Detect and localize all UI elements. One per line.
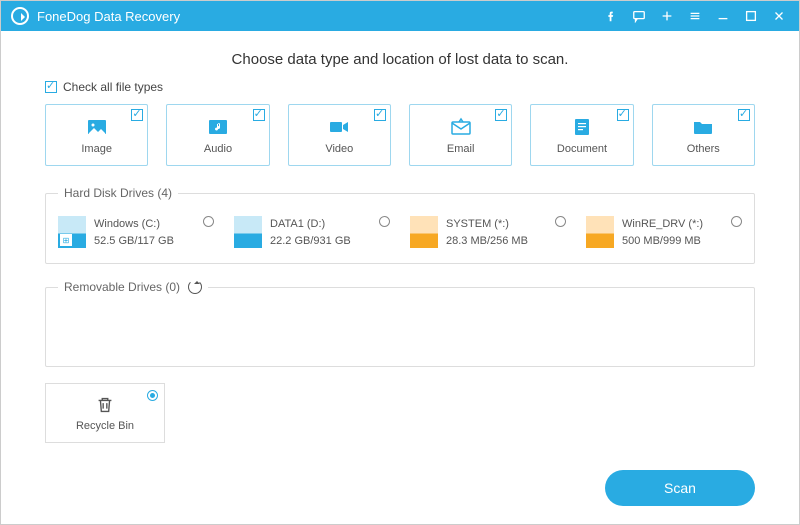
drive-text: DATA1 (D:)22.2 GB/931 GB [270,216,351,249]
video-icon [327,115,351,139]
email-icon [449,115,473,139]
drive-size: 52.5 GB/117 GB [94,233,174,250]
type-card-email[interactable]: Email [409,104,512,166]
type-card-video[interactable]: Video [288,104,391,166]
hdd-legend: Hard Disk Drives (4) [58,186,178,200]
removable-legend: Removable Drives (0) [64,280,180,294]
add-button[interactable] [653,1,681,31]
app-logo-icon [11,7,29,25]
type-card-others[interactable]: Others [652,104,755,166]
recycle-bin-card[interactable]: Recycle Bin [45,383,165,443]
drive-text: WinRE_DRV (*:)500 MB/999 MB [622,216,703,249]
folder-icon [691,115,715,139]
type-check-icon [253,109,265,121]
type-label: Email [447,143,475,155]
drive-icon: ⊞ [58,216,86,248]
drive-radio-icon [731,216,742,227]
type-label: Audio [204,143,232,155]
scan-button[interactable]: Scan [605,470,755,506]
drive-name: DATA1 (D:) [270,216,351,233]
drive-item[interactable]: ⊞ Windows (C:)52.5 GB/117 GB [58,216,214,249]
hard-disk-drives-group: Hard Disk Drives (4) ⊞ Windows (C:)52.5 G… [45,186,755,264]
type-check-icon [495,109,507,121]
drive-size: 22.2 GB/931 GB [270,233,351,250]
removable-empty-area [58,304,742,352]
recycle-label: Recycle Bin [76,420,134,432]
image-icon [85,115,109,139]
drive-radio-icon [379,216,390,227]
drive-name: SYSTEM (*:) [446,216,528,233]
menu-button[interactable] [681,1,709,31]
type-check-icon [374,109,386,121]
type-card-image[interactable]: Image [45,104,148,166]
feedback-button[interactable] [625,1,653,31]
maximize-button[interactable] [737,1,765,31]
windows-badge-icon: ⊞ [60,234,72,246]
drive-radio-icon [555,216,566,227]
drive-name: Windows (C:) [94,216,174,233]
drive-icon [586,216,614,248]
drive-size: 500 MB/999 MB [622,233,703,250]
drive-name: WinRE_DRV (*:) [622,216,703,233]
type-label: Image [81,143,112,155]
document-icon [570,115,594,139]
removable-drives-group: Removable Drives (0) [45,280,755,367]
refresh-icon[interactable] [188,280,202,294]
type-check-icon [738,109,750,121]
app-title: FoneDog Data Recovery [37,9,180,24]
check-all-label: Check all file types [63,80,163,94]
type-label: Video [325,143,353,155]
file-type-grid: Image Audio Video Email [45,104,755,166]
drive-item[interactable]: DATA1 (D:)22.2 GB/931 GB [234,216,390,249]
type-label: Others [687,143,720,155]
check-all-file-types[interactable]: Check all file types [45,80,755,94]
titlebar: FoneDog Data Recovery [1,1,799,31]
type-check-icon [131,109,143,121]
check-all-checkbox-icon [45,81,57,93]
minimize-button[interactable] [709,1,737,31]
drive-icon [234,216,262,248]
page-heading: Choose data type and location of lost da… [45,51,755,68]
drive-radio-icon [203,216,214,227]
drive-size: 28.3 MB/256 MB [446,233,528,250]
type-card-document[interactable]: Document [530,104,633,166]
drive-text: Windows (C:)52.5 GB/117 GB [94,216,174,249]
drive-item[interactable]: SYSTEM (*:)28.3 MB/256 MB [410,216,566,249]
trash-icon [94,394,116,416]
drive-item[interactable]: WinRE_DRV (*:)500 MB/999 MB [586,216,742,249]
recycle-radio-icon [147,390,158,401]
drive-icon [410,216,438,248]
share-fb-button[interactable] [597,1,625,31]
type-card-audio[interactable]: Audio [166,104,269,166]
type-label: Document [557,143,607,155]
close-button[interactable] [765,1,793,31]
drive-text: SYSTEM (*:)28.3 MB/256 MB [446,216,528,249]
audio-icon [206,115,230,139]
type-check-icon [617,109,629,121]
